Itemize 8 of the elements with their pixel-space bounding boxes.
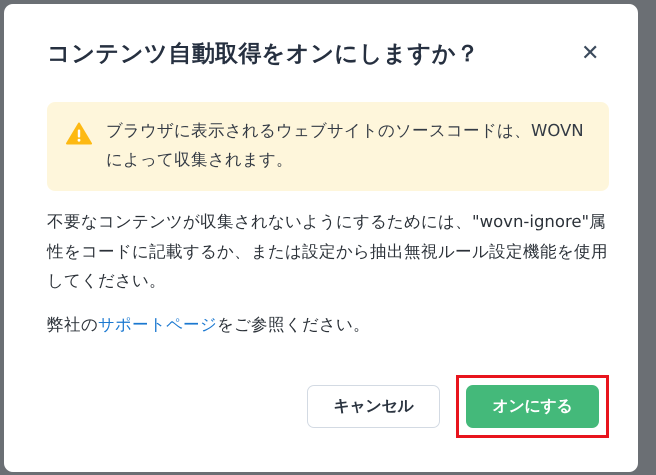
support-link[interactable]: サポートページ [98, 314, 217, 334]
warning-icon [66, 122, 92, 145]
warning-text: ブラウザに表示されるウェブサイトのソースコードは、WOVNによって収集されます。 [106, 120, 585, 171]
cancel-button[interactable]: キャンセル [307, 385, 440, 428]
body-text: 不要なコンテンツが収集されないようにするためには、"wovn-ignore"属性をコードに記載するか、または設定から抽出無視ルール設定機能を使用してください。 [47, 211, 609, 292]
support-note: 弊社のサポートページ をご参照ください。 [47, 314, 371, 336]
dialog-title: コンテンツ自動取得をオンにしますか？ [47, 40, 480, 68]
close-button[interactable]: ✕ [581, 42, 599, 64]
